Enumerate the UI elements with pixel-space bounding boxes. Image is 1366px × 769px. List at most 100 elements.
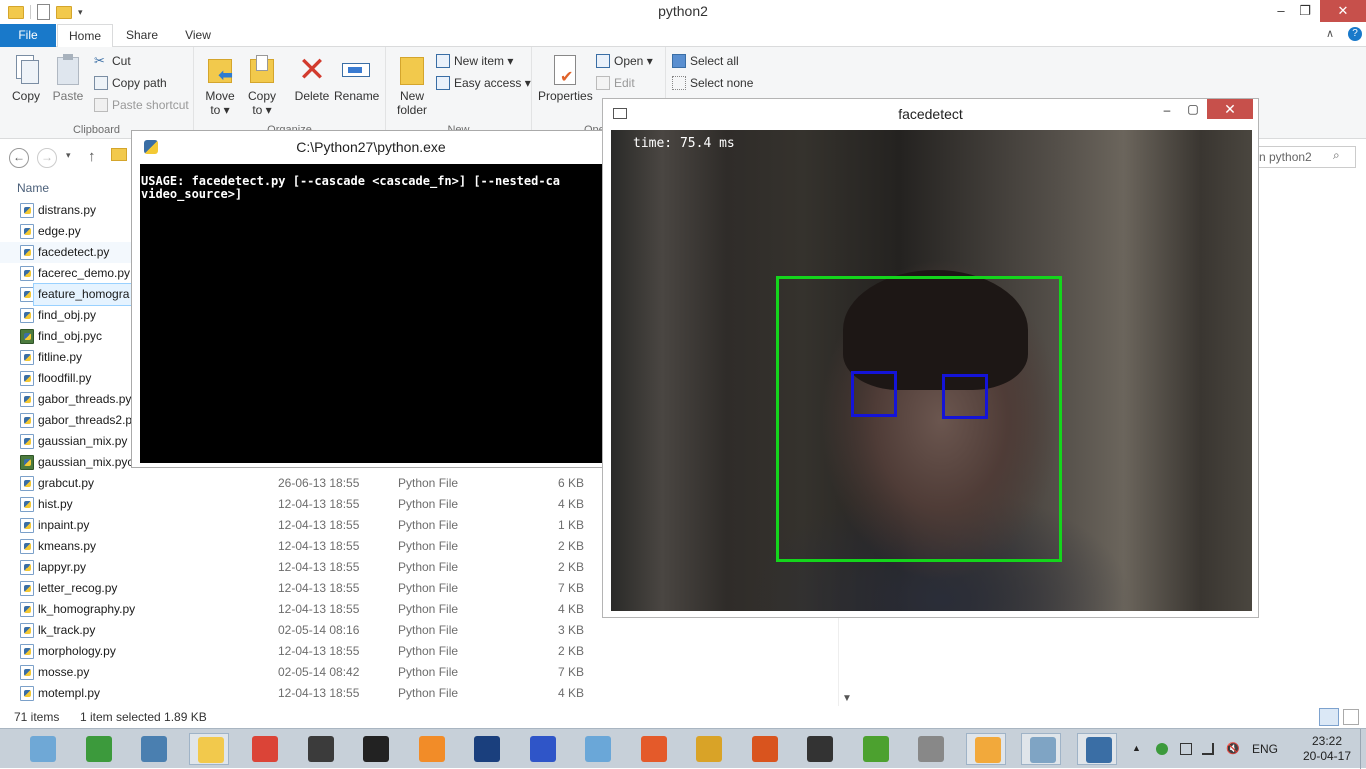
file-row[interactable]: morphology.py 12-04-13 18:55 Python File 2 …	[0, 641, 850, 662]
language-indicator[interactable]: ENG	[1252, 742, 1278, 756]
search-app-icon[interactable]	[965, 733, 1006, 765]
help-icon[interactable]: ?	[1348, 27, 1362, 41]
python-file-icon	[20, 329, 34, 344]
winamp-icon[interactable]	[688, 733, 728, 765]
tab-share[interactable]: Share	[118, 24, 166, 47]
window-app-icon[interactable]	[133, 733, 173, 765]
window-title: python2	[658, 3, 708, 19]
properties-button[interactable]: ✔ Properties	[538, 53, 593, 103]
chrome-icon-glyph	[252, 736, 278, 762]
rename-button[interactable]: Rename	[334, 53, 379, 103]
move-to-button[interactable]: ⬅ Move to ▾	[198, 53, 242, 117]
unity-icon[interactable]	[799, 733, 839, 765]
copy-to-label: Copy	[247, 89, 276, 103]
console-app-icon-glyph	[918, 736, 944, 762]
paste-shortcut-icon	[94, 98, 108, 112]
forward-arrow-icon[interactable]: →	[37, 148, 57, 168]
open-button[interactable]: Open ▾	[596, 54, 653, 68]
search-icon[interactable]: ⌕	[1333, 148, 1340, 163]
show-desktop-button[interactable]	[1360, 729, 1366, 769]
scroll-down-icon[interactable]: ▼	[842, 693, 852, 704]
file-name: find_obj.py	[38, 308, 97, 322]
easy-access-button[interactable]: Easy access ▾	[436, 76, 531, 90]
sublime-text-icon-glyph	[307, 736, 334, 762]
nt-app-icon[interactable]	[78, 733, 118, 765]
console-app-icon[interactable]	[910, 733, 950, 765]
close-button[interactable]: ✕	[1207, 99, 1253, 119]
search-input[interactable]: n python2	[1250, 146, 1356, 168]
back-arrow-icon[interactable]: ←	[9, 148, 29, 168]
file-size: 3 KB	[557, 623, 584, 637]
file-explorer-icon[interactable]	[188, 733, 229, 765]
maximize-button[interactable]: ▢	[1181, 102, 1205, 116]
details-view-icon[interactable]	[1319, 708, 1339, 726]
tool-app-icon[interactable]	[355, 733, 395, 765]
copy-path-button[interactable]: Copy path	[94, 76, 167, 90]
easy-access-icon	[436, 76, 450, 90]
large-icons-view-icon[interactable]	[1343, 709, 1359, 725]
device-icon[interactable]	[1180, 743, 1192, 755]
vertical-scrollbar[interactable]: ▼	[838, 618, 854, 706]
python-icon[interactable]	[1076, 733, 1117, 765]
new-item-button[interactable]: New item ▾	[436, 54, 513, 68]
file-row[interactable]: mosse.py 02-05-14 08:42 Python File 7 KB	[0, 662, 850, 683]
tab-file[interactable]: File	[0, 24, 56, 47]
chrome-icon[interactable]	[244, 733, 284, 765]
monitor-app-icon[interactable]	[1021, 733, 1061, 765]
cut-button[interactable]: ✂ Cut	[94, 54, 131, 69]
edit-button[interactable]: Edit	[596, 76, 635, 90]
copy-button[interactable]: Copy	[4, 53, 48, 103]
new-folder-button[interactable]: New folder	[390, 53, 434, 117]
utorrent-icon[interactable]	[855, 733, 895, 765]
clock-date: 20-04-17	[1302, 749, 1352, 763]
volume-muted-icon[interactable]: 🔇	[1226, 743, 1240, 755]
file-date: 02-05-14 08:16	[278, 623, 360, 637]
chevron-up-icon[interactable]: ∧	[1326, 27, 1334, 40]
file-row[interactable]: lk_track.py 02-05-14 08:16 Python File 3 KB	[0, 620, 850, 641]
grid-app-icon[interactable]	[633, 733, 673, 765]
recent-locations-icon[interactable]: ▾	[66, 150, 71, 161]
feather-app-icon[interactable]	[577, 733, 617, 765]
python-file-icon	[20, 308, 34, 323]
delete-button[interactable]: ✕ Delete	[290, 53, 334, 103]
file-size: 4 KB	[557, 602, 584, 616]
sublime-text-icon[interactable]	[300, 733, 340, 765]
network-icon[interactable]	[1202, 743, 1214, 755]
paste-shortcut-button[interactable]: Paste shortcut	[94, 98, 189, 112]
maximize-button[interactable]: ❐	[1290, 0, 1320, 22]
select-all-button[interactable]: Select all	[672, 54, 739, 68]
up-arrow-icon[interactable]: ↑	[88, 148, 96, 165]
fl-studio-icon[interactable]	[411, 733, 451, 765]
close-button[interactable]: ✕	[1320, 0, 1366, 22]
file-date: 12-04-13 18:55	[278, 686, 360, 700]
console-output[interactable]: USAGE: facedetect.py [--cascade <cascade…	[140, 164, 610, 463]
file-row[interactable]: motempl.py 12-04-13 18:55 Python File 4 KB	[0, 683, 850, 704]
security-icon[interactable]	[1156, 743, 1168, 755]
matlab-icon[interactable]	[744, 733, 784, 765]
file-name: lk_homography.py	[38, 602, 136, 616]
taskbar: ▲ 🔇 ENG 23:22 20-04-17	[0, 728, 1366, 769]
python-file-icon	[20, 203, 34, 218]
python-file-icon	[20, 518, 34, 533]
new-group: New folder New item ▾ Easy access ▾ New	[386, 47, 532, 139]
clock[interactable]: 23:22 20-04-17	[1302, 734, 1352, 764]
visual-studio-icon[interactable]	[466, 733, 506, 765]
tab-home[interactable]: Home	[57, 24, 113, 48]
file-size: 4 KB	[557, 497, 584, 511]
paste-button[interactable]: Paste	[46, 53, 90, 103]
show-hidden-icons-icon[interactable]: ▲	[1132, 743, 1141, 755]
diagram-app-icon[interactable]	[522, 733, 562, 765]
file-name: floodfill.py	[38, 371, 92, 385]
face-detection-box	[776, 276, 1062, 562]
tab-view[interactable]: View	[176, 24, 220, 47]
edit-icon	[596, 76, 610, 90]
copy-to-button[interactable]: Copy to ▾	[240, 53, 284, 117]
desktop-app-icon[interactable]	[22, 733, 62, 765]
window-app-icon-glyph	[141, 736, 167, 762]
minimize-button[interactable]: ‒	[1155, 103, 1179, 117]
python-file-icon	[20, 224, 34, 239]
visual-studio-icon-glyph	[474, 736, 500, 762]
open-label: Open ▾	[614, 54, 653, 68]
column-header-name[interactable]: Name	[17, 181, 49, 195]
select-none-button[interactable]: Select none	[672, 76, 753, 90]
